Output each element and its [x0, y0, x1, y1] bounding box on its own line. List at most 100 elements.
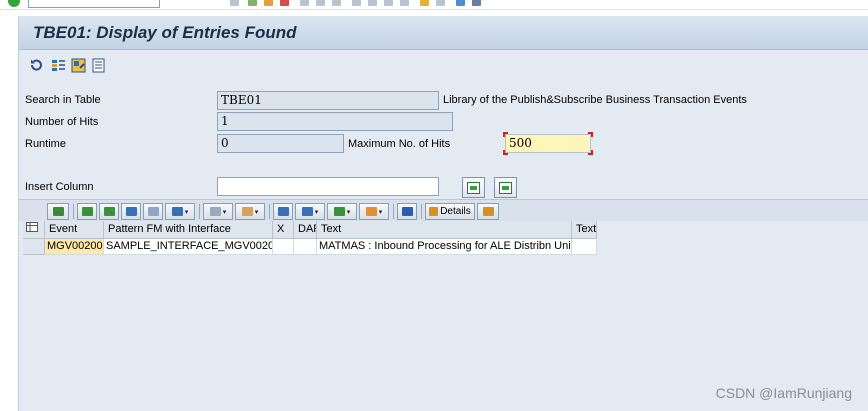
focus-corner	[588, 150, 593, 155]
column-header-event[interactable]: Event	[45, 221, 104, 239]
extra-button[interactable]	[477, 203, 499, 220]
application-toolbar	[19, 51, 868, 81]
shortcut-icon[interactable]	[436, 0, 445, 6]
details-icon	[429, 207, 439, 216]
first-page-icon[interactable]	[352, 0, 361, 6]
sort-descending-icon	[103, 207, 115, 216]
export-icon	[333, 207, 345, 216]
details-text-button[interactable]: Details	[425, 203, 475, 220]
sort-descending-button[interactable]	[99, 203, 119, 220]
search-table-field: TBE01	[217, 91, 439, 110]
max-hits-label: Maximum No. of Hits	[348, 138, 451, 150]
insert-column-label: Insert Column	[25, 181, 94, 193]
find-icon[interactable]	[316, 0, 325, 6]
column-header-daf[interactable]: DAF	[294, 221, 317, 239]
layout-menu-icon[interactable]	[472, 0, 481, 6]
table-cell-text[interactable]: MATMAS : Inbound Processing for ALE Dist…	[317, 239, 572, 255]
command-field[interactable]	[28, 0, 160, 8]
insert-column-input[interactable]	[217, 177, 439, 196]
cancel-icon[interactable]	[280, 0, 289, 6]
exit-icon[interactable]	[264, 0, 273, 6]
details-button[interactable]	[47, 203, 69, 220]
info-button[interactable]	[397, 203, 417, 220]
filter-button[interactable]: ▾	[165, 203, 195, 220]
extra-icon	[482, 207, 494, 216]
column-header-text-2[interactable]: Text	[572, 221, 597, 239]
find-next-button[interactable]	[143, 203, 163, 220]
focus-corner	[503, 150, 508, 155]
runtime-label: Runtime	[25, 138, 66, 150]
max-hits-input[interactable]: 500	[505, 134, 591, 153]
find-icon	[125, 207, 137, 216]
next-page-icon[interactable]	[384, 0, 393, 6]
subtotal-button[interactable]: ▾	[235, 203, 265, 220]
left-margin	[0, 10, 18, 411]
views-button[interactable]: ▾	[295, 203, 325, 220]
details-icon	[52, 207, 64, 216]
search-table-label: Search in Table	[25, 94, 101, 106]
refresh-icon[interactable]	[29, 58, 44, 73]
insert-icon	[499, 181, 512, 194]
hits-field: 1	[217, 112, 453, 131]
column-header-pattern-fm[interactable]: Pattern FM with Interface	[104, 221, 273, 239]
table-cell-x[interactable]	[273, 239, 294, 255]
alv-toolbar: ▾ ▾ ▾ ▾ ▾ ▾ Details	[19, 199, 868, 221]
sort-ascending-button[interactable]	[77, 203, 97, 220]
insert-icon	[467, 181, 480, 194]
find-next-icon[interactable]	[332, 0, 341, 6]
layout-button[interactable]: ▾	[359, 203, 389, 220]
display-icon[interactable]	[71, 58, 86, 73]
table-description: Library of the Publish&Subscribe Busines…	[443, 94, 747, 106]
dropdown-arrow-icon: ▾	[222, 208, 227, 216]
table-cell-text-2[interactable]	[572, 239, 597, 255]
print-icon[interactable]	[300, 0, 309, 6]
layout-icon	[365, 207, 377, 216]
sum-icon	[209, 207, 221, 216]
insert-column-before-button[interactable]	[462, 177, 485, 198]
table-cell-pattern-fm[interactable]: SAMPLE_INTERFACE_MGV00200	[104, 239, 273, 255]
toolbar-separator	[73, 204, 74, 219]
dropdown-arrow-icon: ▾	[254, 208, 259, 216]
new-session-icon[interactable]	[420, 0, 429, 6]
dropdown-arrow-icon: ▾	[184, 208, 189, 216]
print-preview-button[interactable]	[273, 203, 293, 220]
toolbar-separator	[393, 204, 394, 219]
table-cell-daf[interactable]	[294, 239, 317, 255]
export-button[interactable]: ▾	[327, 203, 357, 220]
toolbar-separator	[269, 204, 270, 219]
dropdown-arrow-icon: ▾	[314, 208, 319, 216]
sort-icon[interactable]	[51, 58, 66, 73]
column-header-x[interactable]: X	[273, 221, 294, 239]
info-icon	[401, 207, 413, 216]
sort-ascending-icon	[81, 207, 93, 216]
details-label: Details	[440, 206, 471, 217]
row-selector[interactable]	[23, 239, 45, 255]
help-icon[interactable]	[456, 0, 465, 6]
insert-column-after-button[interactable]	[494, 177, 517, 198]
application-area: TBE01: Display of Entries Found Search i…	[18, 16, 868, 411]
runtime-field: 0	[217, 134, 344, 153]
toolbar-separator	[421, 204, 422, 219]
hits-label: Number of Hits	[25, 116, 99, 128]
focus-corner	[588, 132, 593, 137]
sum-button[interactable]: ▾	[203, 203, 233, 220]
watermark: CSDN @IamRunjiang	[715, 385, 852, 401]
title-bar: TBE01: Display of Entries Found	[19, 16, 868, 50]
page-title: TBE01: Display of Entries Found	[33, 23, 297, 42]
toolbar-separator	[199, 204, 200, 219]
enter-icon[interactable]	[8, 0, 20, 7]
previous-page-icon[interactable]	[368, 0, 377, 6]
save-icon[interactable]	[230, 0, 239, 6]
system-toolbar	[0, 0, 868, 10]
column-header-text[interactable]: Text	[317, 221, 572, 239]
table-cell-event[interactable]: MGV00200	[45, 239, 104, 255]
find-next-icon	[147, 207, 159, 216]
select-all-icon[interactable]	[23, 221, 45, 239]
find-button[interactable]	[121, 203, 141, 220]
last-page-icon[interactable]	[400, 0, 409, 6]
subtotal-icon	[241, 207, 253, 216]
filter-icon	[171, 207, 183, 216]
focus-corner	[503, 132, 508, 137]
back-icon[interactable]	[248, 0, 257, 6]
list-icon[interactable]	[91, 58, 106, 73]
